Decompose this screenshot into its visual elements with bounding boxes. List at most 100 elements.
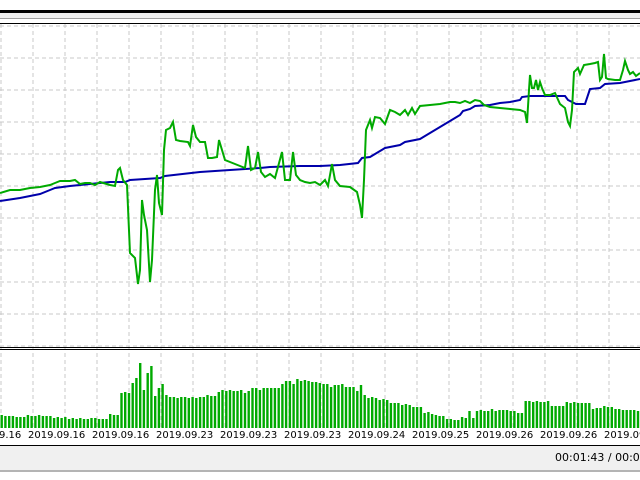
volume-bar	[195, 398, 198, 428]
volume-bar	[41, 416, 45, 428]
volume-bar	[228, 390, 232, 428]
volume-bar	[599, 408, 602, 428]
volume-bar	[49, 416, 52, 428]
volume-bar	[288, 381, 292, 428]
volume-bar	[183, 397, 187, 428]
volume-bar	[187, 398, 190, 428]
time-axis-label: 2019.09.25	[412, 430, 470, 441]
volume-bar	[52, 418, 56, 428]
volume-bar	[34, 416, 37, 428]
volume-bar	[165, 395, 168, 428]
volume-bar	[146, 373, 149, 428]
volume-bar	[543, 402, 546, 428]
volume-bar	[588, 403, 591, 428]
balance-line	[0, 78, 640, 202]
volume-bar	[550, 406, 554, 428]
volume-bar	[19, 417, 22, 428]
volume-bar	[97, 419, 101, 428]
volume-bar	[401, 405, 404, 428]
volume-bar	[554, 406, 557, 428]
volume-bar	[131, 383, 134, 428]
volume-bar	[210, 396, 213, 428]
volume-bar	[517, 413, 520, 428]
volume-bar	[262, 388, 265, 428]
volume-bar	[172, 397, 176, 428]
volume-bar	[434, 415, 438, 428]
volume-bar	[498, 410, 501, 428]
volume-bar	[359, 385, 363, 428]
volume-bar	[247, 391, 250, 428]
volume-bar	[449, 419, 452, 428]
volume-bar	[341, 384, 344, 428]
volume-bar	[457, 420, 460, 428]
chart-grid	[0, 24, 640, 428]
volume-bar	[168, 397, 172, 428]
volume-bar	[157, 388, 161, 428]
volume-bar	[101, 419, 104, 428]
volume-bar	[273, 388, 277, 428]
volume-bar	[124, 392, 127, 428]
volume-bar	[520, 413, 524, 428]
time-axis-label: 2019.09.16	[28, 430, 86, 441]
volume-bar	[397, 403, 400, 428]
volume-bar	[86, 419, 89, 428]
volume-bar	[513, 411, 516, 428]
volume-bar	[142, 390, 146, 428]
time-axis-label: 2019.09.24	[348, 430, 406, 441]
volume-bar	[363, 395, 366, 428]
volume-bar	[442, 416, 445, 428]
volume-bar	[326, 384, 329, 428]
volume-bar	[322, 384, 325, 428]
volume-bar	[8, 416, 11, 428]
volume-bar	[79, 418, 82, 428]
volume-bar	[180, 397, 183, 428]
time-axis-label: 2019.09	[604, 430, 640, 441]
volume-bar	[633, 410, 636, 428]
volume-bar	[60, 418, 63, 428]
volume-bar	[277, 388, 280, 428]
volume-bar	[423, 413, 426, 428]
volume-bar	[15, 417, 18, 428]
volume-bar	[494, 411, 497, 428]
volume-bar	[606, 407, 610, 428]
volume-bar	[386, 400, 389, 428]
volume-bar	[198, 397, 202, 428]
volume-bar	[479, 410, 482, 428]
tester-chart	[0, 24, 640, 428]
volume-bar	[576, 403, 580, 428]
volume-bar	[595, 408, 598, 428]
volume-bar	[176, 398, 179, 428]
volume-bar	[509, 411, 512, 428]
volume-bar	[565, 402, 568, 428]
volume-bar	[303, 380, 307, 428]
volume-bar	[232, 391, 235, 428]
volume-bar	[344, 387, 348, 428]
volume-bar	[251, 388, 254, 428]
volume-bars	[0, 363, 640, 428]
volume-bar	[378, 400, 381, 428]
time-axis-label: 2019.09.16	[92, 430, 150, 441]
volume-bar	[150, 366, 153, 428]
time-axis-label: 2019.09.23	[284, 430, 342, 441]
volume-bar	[225, 391, 228, 428]
volume-bar	[240, 390, 243, 428]
volume-bar	[161, 384, 164, 428]
volume-bar	[352, 387, 355, 428]
elapsed-time: 00:01:43 / 00:01:5	[555, 451, 640, 464]
volume-bar	[75, 419, 78, 428]
pane-separator-bottom	[0, 349, 640, 350]
volume-bar	[415, 407, 419, 428]
volume-bar	[408, 405, 411, 428]
volume-bar	[636, 411, 640, 428]
volume-bar	[610, 407, 613, 428]
volume-bar	[374, 398, 378, 428]
volume-bar	[30, 416, 33, 428]
volume-bar	[202, 397, 205, 428]
volume-bar	[329, 387, 333, 428]
volume-bar	[243, 393, 247, 428]
volume-bar	[524, 401, 527, 428]
volume-bar	[472, 418, 475, 428]
volume-bar	[528, 401, 531, 428]
volume-bar	[539, 402, 542, 428]
volume-bar	[371, 397, 374, 428]
